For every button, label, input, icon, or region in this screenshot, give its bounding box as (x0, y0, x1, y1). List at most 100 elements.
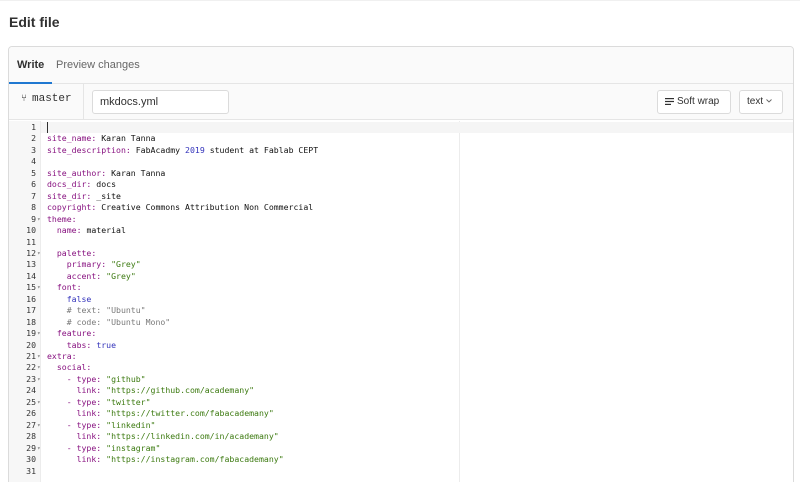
code-token: site_name: (47, 133, 97, 144)
line-number: 24 (26, 385, 36, 396)
code-text: - type: "linkedin" (47, 419, 156, 431)
code-text: font: (47, 282, 82, 293)
code-text: feature: (47, 328, 96, 339)
fold-toggle-icon[interactable]: ▾ (37, 248, 41, 259)
code-editor[interactable]: 1 2 site_name: Karan Tanna 3 site_descriptio… (9, 121, 793, 482)
soft-wrap-label: Soft wrap (677, 96, 720, 107)
line-number: 15 (26, 282, 36, 293)
line-number: 3 (31, 144, 36, 155)
line-number: 5 (31, 167, 36, 178)
fold-toggle-icon[interactable]: ▾ (37, 362, 41, 373)
code-token: "https://github.com/academany" (106, 385, 255, 396)
code-token: "https://linkedin.com/in/academany" (106, 431, 279, 442)
code-token: tabs: (66, 339, 92, 350)
code-text: primary: "Grey" (47, 259, 141, 270)
fold-toggle-icon[interactable]: ▾ (37, 282, 41, 293)
code-token: accent: (66, 270, 102, 281)
code-token: docs (91, 179, 117, 190)
code-text: - type: "github" (47, 374, 146, 385)
branch-indicator: ⑂ master (21, 93, 72, 105)
fold-toggle-icon[interactable]: ▾ (37, 351, 41, 362)
toolbar-divider (83, 84, 84, 120)
code-token: link: (76, 431, 102, 442)
line-number: 21 (26, 351, 36, 361)
code-token: - type: (66, 396, 102, 407)
line-number: 28 (26, 431, 36, 442)
top-divider (0, 0, 800, 1)
code-token: link: (76, 408, 102, 419)
code-token: student at Fablab CEPT (204, 144, 319, 155)
code-text: site_description: FabAcadmy 2019 student… (47, 145, 318, 156)
code-token: FabAcadmy (130, 144, 186, 155)
code-text: site_name: Karan Tanna (47, 133, 155, 144)
code-token: material (81, 225, 126, 236)
fold-toggle-icon[interactable]: ▾ (37, 420, 41, 431)
code-token: site_description: (47, 144, 131, 155)
line-number: 9 (31, 213, 36, 224)
code-token: "instagram" (106, 442, 161, 453)
code-token: site_author: (47, 167, 107, 178)
code-token: font: (56, 282, 82, 293)
tab-preview-changes[interactable]: Preview changes (56, 47, 140, 84)
line-number: 25 (26, 396, 36, 407)
fold-toggle-icon[interactable]: ▾ (37, 397, 41, 408)
line-number: 10 (26, 225, 36, 236)
code-text: copyright: Creative Commons Attribution … (47, 202, 313, 213)
code-token: - type: (66, 419, 102, 430)
line-number: 6 (31, 179, 36, 190)
code-text: theme: (47, 214, 77, 225)
soft-wrap-icon (665, 98, 674, 105)
fold-toggle-icon[interactable]: ▾ (37, 374, 41, 385)
line-number: 23 (26, 373, 36, 384)
fold-toggle-icon[interactable]: ▾ (37, 443, 41, 454)
tab-write[interactable]: Write (9, 47, 53, 84)
editor-toolbar: ⑂ master Soft wrap text (9, 84, 793, 120)
code-token: "Grey" (111, 259, 141, 270)
code-text: # text: "Ubuntu" (47, 305, 146, 316)
code-token: link: (76, 454, 102, 465)
code-token: "linkedin" (106, 419, 156, 430)
line-number: 30 (26, 454, 36, 465)
fold-toggle-icon[interactable]: ▾ (37, 328, 41, 339)
code-token: "twitter" (106, 396, 151, 407)
code-token: name: (56, 225, 82, 236)
print-margin (459, 121, 460, 482)
mode-dropdown[interactable]: text (739, 90, 783, 114)
code-token: Karan Tanna (96, 133, 156, 144)
line-number: 17 (26, 305, 36, 316)
code-text: link: "https://instagram.com/fabacademan… (47, 454, 284, 465)
line-number: 27 (26, 419, 36, 430)
code-text: false (47, 293, 92, 305)
code-token: false (66, 293, 92, 304)
code-token: docs_dir: (47, 179, 92, 190)
code-token: copyright: (47, 202, 97, 213)
soft-wrap-button[interactable]: Soft wrap (657, 90, 731, 114)
file-name-input[interactable] (92, 90, 229, 114)
code-text: site_author: Karan Tanna (47, 168, 165, 179)
line-number: 29 (26, 442, 36, 453)
code-text: social: (47, 362, 92, 373)
code-token: true (96, 339, 117, 350)
line-number: 16 (26, 293, 36, 304)
code-token: _site (91, 190, 121, 201)
fold-toggle-icon[interactable]: ▾ (37, 214, 41, 225)
code-token: feature: (56, 328, 97, 339)
line-number: 19 (26, 328, 36, 339)
active-line-highlight (41, 122, 793, 133)
code-text: palette: (47, 248, 96, 259)
